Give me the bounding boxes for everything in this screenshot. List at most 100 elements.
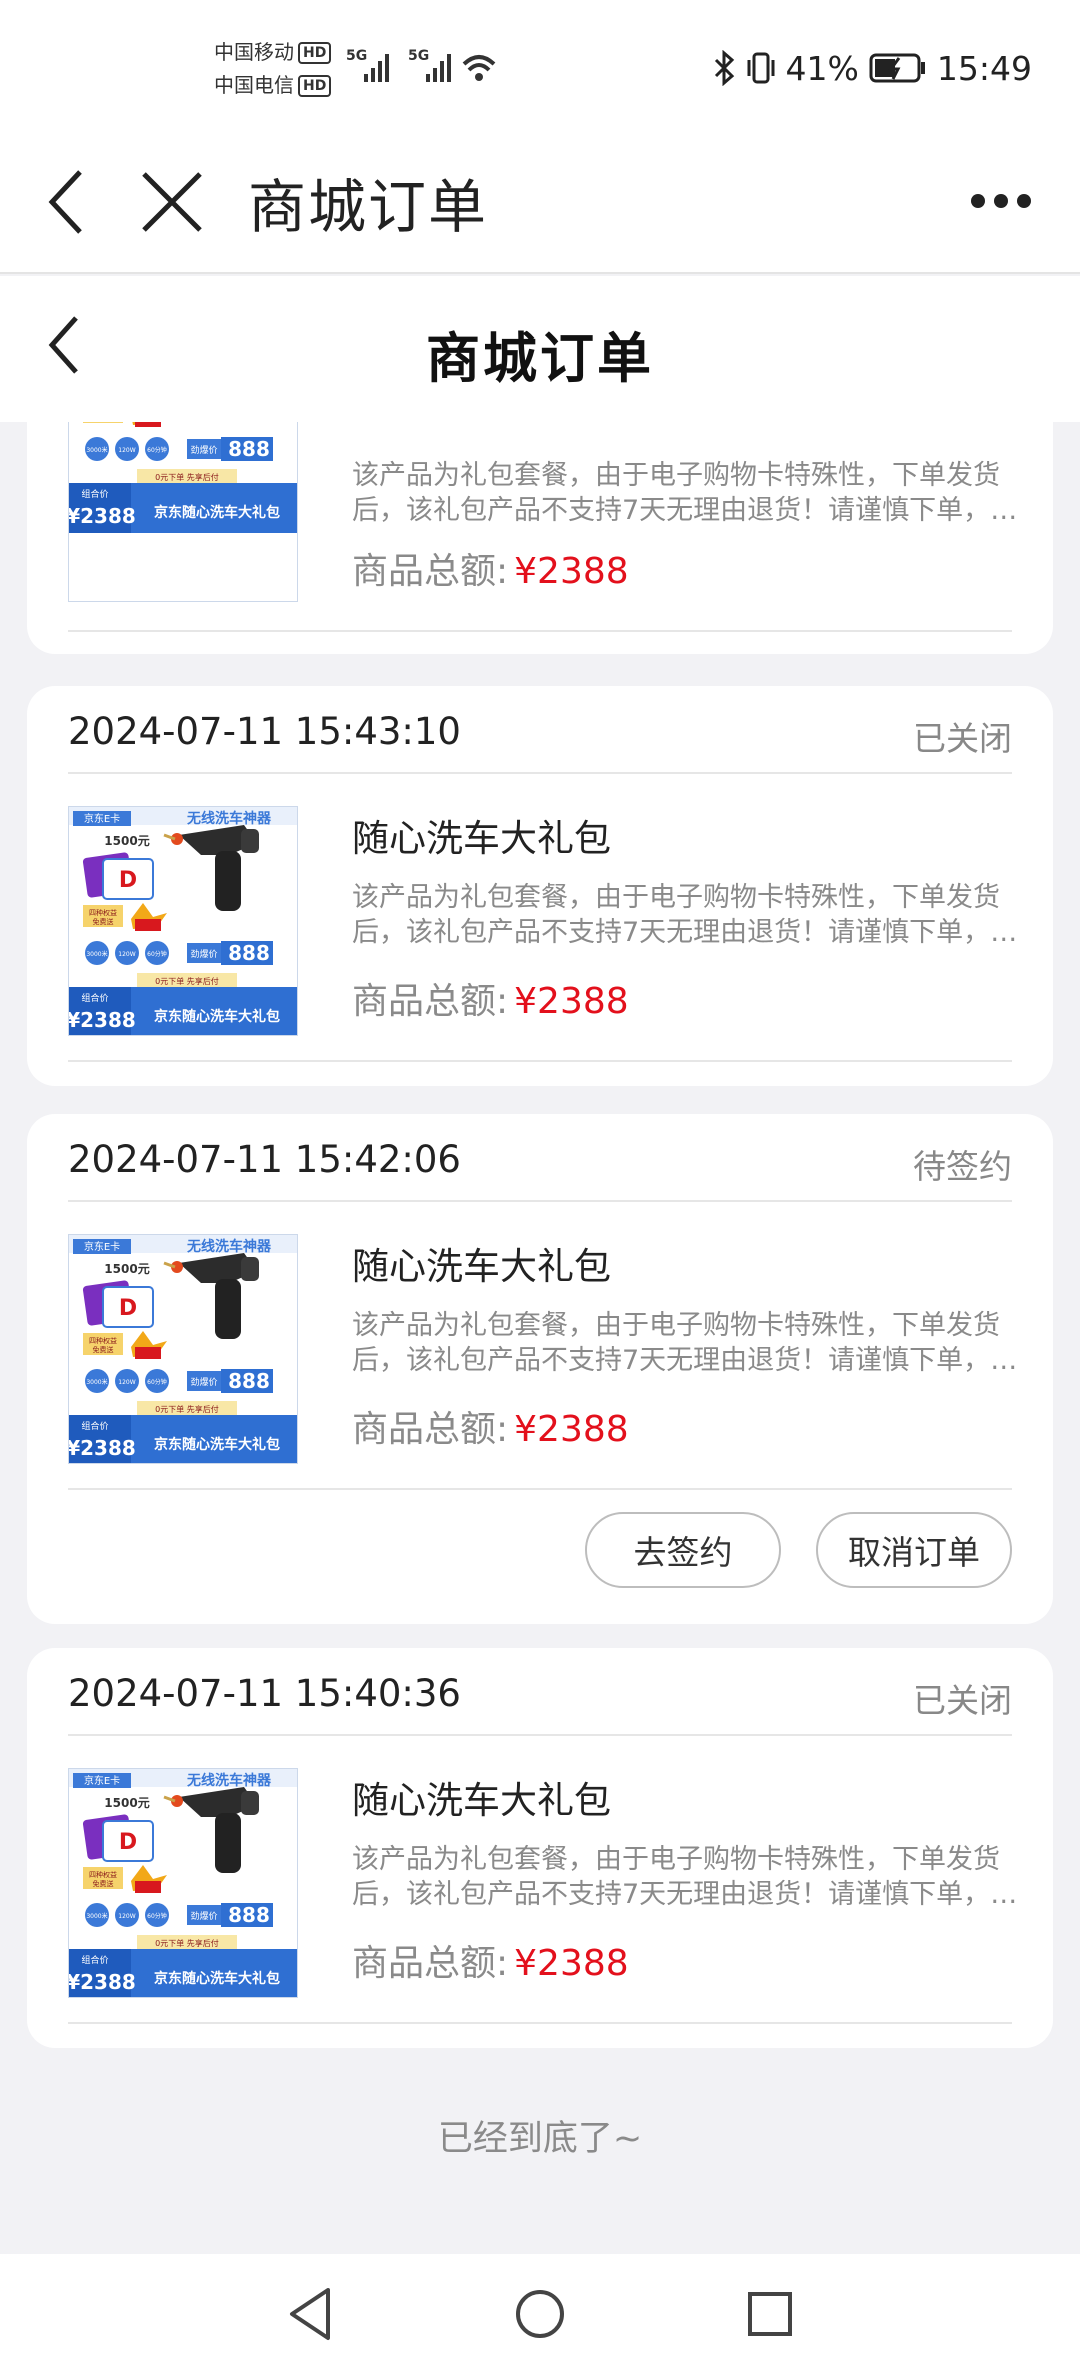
thumb-zero-down: 0元下单 先享后付 [155,1938,219,1948]
circle-home-icon[interactable] [514,2288,566,2340]
clock: 15:49 [936,48,1032,88]
page-title: 商城订单 [426,327,654,390]
order-status: 已关闭 [913,719,1012,758]
svg-text:60分钟: 60分钟 [147,1378,167,1386]
order-status: 已关闭 [913,1681,1012,1720]
vibrate-icon [747,52,775,84]
thumb-hot-price: 888 [228,437,270,461]
status-bar: 中国移动 HD 中国电信 HD 5G 5G 41% 15:49 [0,0,1080,130]
gift-package-image: 京东E卡 无线洗车神器 1500元 D 四种权益 免费送 3000米 120W … [69,1235,297,1463]
net-label-2: 5G [408,48,429,64]
thumb-badge-sub: 免费送 [93,917,114,926]
product-price: ¥2388 [514,551,629,592]
thumb-amount: 1500元 [104,1262,149,1276]
battery-percent: 41% [785,48,859,88]
product-description: 该产品为礼包套餐，由于电子购物卡特殊性，下单发货后，该礼包产品不支持7天无理由退… [352,882,1018,948]
product-description: 该产品为礼包套餐，由于电子购物卡特殊性，下单发货后，该礼包产品不支持7天无理由退… [352,1844,1018,1910]
product-thumbnail: 京东E卡 无线洗车神器 1500元 D 四种权益 免费送 3000米 120W … [68,806,298,1036]
thumb-badge-label: 四种权益 [89,1336,117,1345]
svg-text:劲爆价: 劲爆价 [190,444,217,456]
system-nav-bar [0,2254,1080,2376]
chevron-left-icon[interactable] [44,164,88,240]
svg-text:D: D [119,1830,137,1855]
order-product[interactable]: 京东E卡 无线洗车神器 1500元 D 四种权益 免费送 3000米 120W … [68,776,1017,1062]
order-time: 2024-07-11 15:43:10 [68,710,461,753]
signal-icons: 5G 5G [346,48,496,82]
svg-text:120W: 120W [118,1379,135,1386]
gift-package-image: 京东E卡 无线洗车神器 1500元 D 四种权益 免费送 3000米 120W … [69,1769,297,1997]
carrier-info: 中国移动 HD 中国电信 HD [214,36,332,102]
svg-text:3000米: 3000米 [86,446,107,454]
bluetooth-icon [714,50,734,86]
order-card: 2024-07-11 15:43:10 已关闭 京东E卡 无线洗车神器 1500… [27,686,1053,1086]
svg-text:120W: 120W [118,1913,135,1920]
svg-text:组合价: 组合价 [81,1954,108,1966]
thumb-zero-down: 0元下单 先享后付 [155,976,219,986]
order-product[interactable]: 京东E卡 无线洗车神器 1500元 D 四种权益 免费送 3000米 120W … [68,422,1017,632]
end-of-list-note: 已经到底了~ [437,2119,643,2159]
svg-text:劲爆价: 劲爆价 [190,948,217,960]
triangle-back-icon[interactable] [286,2286,334,2342]
order-card: 2024-07-11 15:42:06 待签约 京东E卡 无线洗车神器 1500… [27,1114,1053,1624]
net-label-1: 5G [346,48,367,64]
close-icon[interactable] [138,168,206,236]
thumb-amount: 1500元 [104,834,149,848]
product-total: 商品总额: ¥2388 [352,551,629,592]
svg-text:3000米: 3000米 [86,1912,107,1920]
product-name: 随心洗车大礼包 [352,1779,611,1822]
webview-title: 商城订单 [248,173,489,241]
thumb-combo-price: ¥2388 [69,1008,136,1032]
svg-text:D: D [119,868,137,893]
order-time: 2024-07-11 15:40:36 [68,1672,461,1715]
order-header: 2024-07-11 15:43:10 已关闭 [68,686,1012,774]
thumb-combo-price: ¥2388 [69,504,136,528]
svg-text:组合价: 组合价 [81,488,108,500]
thumb-hot-price: 888 [228,1369,270,1393]
svg-text:劲爆价: 劲爆价 [190,1376,217,1388]
svg-text:组合价: 组合价 [81,1420,108,1432]
gift-package-image: 京东E卡 无线洗车神器 1500元 D 四种权益 免费送 3000米 120W … [69,807,297,1035]
thumb-product-label: 无线洗车神器 [186,1238,272,1255]
thumb-badge-label: 四种权益 [89,908,117,917]
order-list[interactable]: 京东E卡 无线洗车神器 1500元 D 四种权益 免费送 3000米 120W … [0,422,1080,2254]
svg-text:3000米: 3000米 [86,1378,107,1386]
thumb-amount: 1500元 [104,1796,149,1810]
thumb-hot-price: 888 [228,941,270,965]
thumb-ecard-label: 京东E卡 [84,1240,120,1253]
order-card: 京东E卡 无线洗车神器 1500元 D 四种权益 免费送 3000米 120W … [27,422,1053,654]
product-thumbnail: 京东E卡 无线洗车神器 1500元 D 四种权益 免费送 3000米 120W … [68,1768,298,1998]
product-price: ¥2388 [514,1943,629,1984]
thumb-bottom-title: 京东随心洗车大礼包 [154,1008,280,1025]
gift-package-image: 京东E卡 无线洗车神器 1500元 D 四种权益 免费送 3000米 120W … [69,422,297,533]
product-total: 商品总额: ¥2388 [352,981,629,1022]
thumb-combo-price: ¥2388 [69,1436,136,1460]
product-description: 该产品为礼包套餐，由于电子购物卡特殊性，下单发货后，该礼包产品不支持7天无理由退… [352,1310,1018,1376]
product-name: 随心洗车大礼包 [352,817,611,860]
thumb-ecard-label: 京东E卡 [84,812,120,825]
cancel-order-button[interactable]: 取消订单 [816,1512,1012,1588]
svg-text:60分钟: 60分钟 [147,950,167,958]
order-header: 2024-07-11 15:40:36 已关闭 [68,1648,1012,1736]
battery-icon [869,53,925,83]
product-total: 商品总额: ¥2388 [352,1943,629,1984]
hd-badge: HD [298,75,332,97]
sign-contract-button[interactable]: 去签约 [585,1512,781,1588]
order-actions: 去签约 取消订单 [585,1512,1012,1592]
svg-text:60分钟: 60分钟 [147,446,167,454]
order-time: 2024-07-11 15:42:06 [68,1138,461,1181]
svg-text:120W: 120W [118,447,135,454]
order-product[interactable]: 京东E卡 无线洗车神器 1500元 D 四种权益 免费送 3000米 120W … [68,1204,1017,1490]
product-price: ¥2388 [514,981,629,1022]
thumb-ecard-label: 京东E卡 [84,1774,120,1787]
svg-text:120W: 120W [118,951,135,958]
product-total: 商品总额: ¥2388 [352,1409,629,1450]
thumb-product-label: 无线洗车神器 [186,810,272,827]
order-product[interactable]: 京东E卡 无线洗车神器 1500元 D 四种权益 免费送 3000米 120W … [68,1738,1017,2024]
square-recents-icon[interactable] [746,2290,794,2338]
thumb-bottom-title: 京东随心洗车大礼包 [154,1970,280,1987]
more-dots-icon[interactable] [968,186,1034,216]
svg-text:3000米: 3000米 [86,950,107,958]
thumb-zero-down: 0元下单 先享后付 [155,472,219,482]
thumb-badge-sub: 免费送 [93,1345,114,1354]
order-status: 待签约 [913,1147,1012,1186]
